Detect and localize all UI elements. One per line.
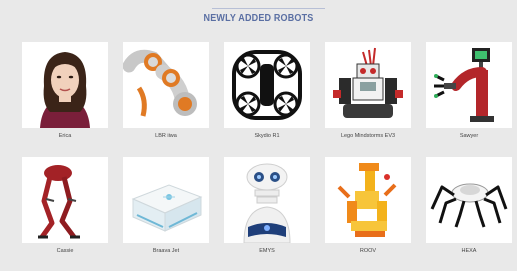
emys-social-robot-image[interactable]	[224, 157, 310, 243]
robot-name-skydio-r1[interactable]: Skydio R1	[254, 133, 279, 140]
erica-robot-image[interactable]	[22, 42, 108, 128]
robot-card-sawyer[interactable]: Sawyer	[426, 42, 512, 140]
robot-name-erica[interactable]: Erica	[59, 133, 72, 140]
robot-name-sawyer[interactable]: Sawyer	[460, 133, 478, 140]
hexa-hexapod-robot-image[interactable]	[426, 157, 512, 243]
robot-card-erica[interactable]: Erica	[22, 42, 108, 140]
braava-jet-mop-robot-image[interactable]	[123, 157, 209, 243]
robot-name-emys[interactable]: EMYS	[259, 248, 275, 255]
skydio-r1-drone-image[interactable]	[224, 42, 310, 128]
robot-card-cassie[interactable]: Cassie	[22, 157, 108, 255]
robot-name-roov[interactable]: ROOV	[360, 248, 376, 255]
cassie-bipedal-robot-image[interactable]	[22, 157, 108, 243]
lbr-iiwa-robot-arm-image[interactable]	[123, 42, 209, 128]
robot-card-lbr-iiwa[interactable]: LBR iiwa	[123, 42, 209, 140]
robot-name-braava-jet[interactable]: Braava Jet	[153, 248, 179, 255]
robot-name-lbr-iiwa[interactable]: LBR iiwa	[155, 133, 177, 140]
robot-card-braava-jet[interactable]: Braava Jet	[123, 157, 209, 255]
robot-name-cassie[interactable]: Cassie	[57, 248, 74, 255]
robot-name-hexa[interactable]: HEXA	[462, 248, 477, 255]
title-divider	[212, 8, 325, 9]
robot-card-roov[interactable]: ROOV	[325, 157, 411, 255]
robot-name-lego-mindstorms-ev3[interactable]: Lego Mindstorms EV3	[341, 133, 395, 140]
robot-card-hexa[interactable]: HEXA	[426, 157, 512, 255]
lego-mindstorms-ev3-image[interactable]	[325, 42, 411, 128]
robot-card-skydio-r1[interactable]: Skydio R1	[224, 42, 310, 140]
section-title: NEWLY ADDED ROBOTS	[203, 13, 314, 24]
sawyer-robot-arm-image[interactable]	[426, 42, 512, 128]
robot-card-lego-mindstorms-ev3[interactable]: Lego Mindstorms EV3	[325, 42, 411, 140]
robot-card-emys[interactable]: EMYS	[224, 157, 310, 255]
roov-kit-robot-image[interactable]	[325, 157, 411, 243]
robot-grid: Erica LBR iiwa Skydio R1 Lego Mindstorms…	[22, 42, 512, 255]
